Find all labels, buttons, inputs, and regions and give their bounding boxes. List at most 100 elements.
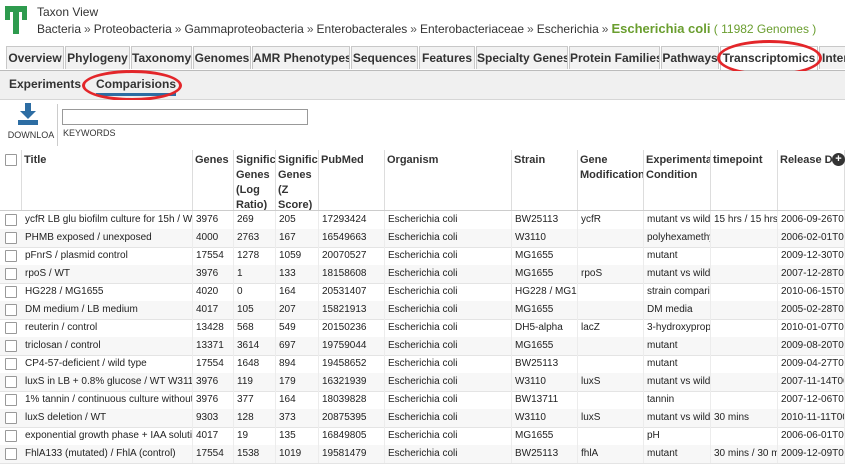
breadcrumb-item[interactable]: Gammaproteobacteria (184, 22, 303, 36)
cell-title: FhlA133 (mutated) / FhlA (control) (22, 445, 193, 463)
tab-specialty-genes[interactable]: Specialty Genes (476, 46, 568, 69)
cell-gene-mod: lacZ (578, 319, 644, 337)
cell-organism: Escherichia coli (385, 319, 512, 337)
cell-timepoint (711, 355, 778, 373)
row-checkbox[interactable] (5, 394, 17, 406)
table-row[interactable]: pFnrS / plasmid control 17554 1278 1059 2007… (0, 247, 845, 266)
row-checkbox[interactable] (5, 448, 17, 460)
row-checkbox[interactable] (5, 340, 17, 352)
select-all-checkbox[interactable] (5, 154, 17, 166)
col-header-gene-mod[interactable]: Gene Modification (578, 150, 644, 210)
row-checkbox[interactable] (5, 304, 17, 316)
cell-release: 2007-12-28T00:00:00Z (778, 265, 845, 283)
taxon-logo-icon (5, 6, 27, 34)
row-checkbox[interactable] (5, 412, 17, 424)
tab-sequences[interactable]: Sequences (351, 46, 418, 69)
cell-sig-log: 128 (234, 409, 276, 427)
row-checkbox[interactable] (5, 214, 17, 226)
cell-sig-log: 3614 (234, 337, 276, 355)
row-checkbox[interactable] (5, 286, 17, 298)
tab-amr-phenotypes[interactable]: AMR Phenotypes (252, 46, 350, 69)
cell-genes: 4017 (193, 427, 234, 445)
cell-title: pFnrS / plasmid control (22, 247, 193, 265)
table-row[interactable]: HG228 / MG1655 4020 0 164 20531407 Escherichi… (0, 283, 845, 302)
cell-sig-log: 2763 (234, 229, 276, 247)
cell-genes: 3976 (193, 391, 234, 409)
table-row[interactable]: exponential growth phase + IAA solution … (0, 427, 845, 446)
col-header-timepoint[interactable]: timepoint (711, 150, 778, 210)
table-row[interactable]: CP4-57-deficient / wild type 17554 1648 894… (0, 355, 845, 374)
select-all-cell (0, 150, 22, 210)
cell-pubmed: 20070527 (319, 247, 385, 265)
row-checkbox[interactable] (5, 430, 17, 442)
col-header-pubmed[interactable]: PubMed (319, 150, 385, 210)
cell-exp-cond: mutant vs wild type (644, 409, 711, 427)
tab-overview[interactable]: Overview (6, 46, 64, 69)
col-header-sig-log[interactable]: Significant Genes (Log Ratio) (234, 150, 276, 210)
col-header-title[interactable]: Title (22, 150, 193, 210)
cell-organism: Escherichia coli (385, 247, 512, 265)
tab-genomes[interactable]: Genomes (193, 46, 251, 69)
table-row[interactable]: FhlA133 (mutated) / FhlA (control) 17554 1… (0, 445, 845, 464)
breadcrumb-item[interactable]: Escherichia (537, 22, 599, 36)
breadcrumb-item[interactable]: Bacteria (37, 22, 81, 36)
table-row[interactable]: triclosan / control 13371 3614 697 19759044 E… (0, 337, 845, 356)
cell-organism: Escherichia coli (385, 391, 512, 409)
tab-interactions[interactable]: Intera (819, 46, 845, 69)
row-checkbox[interactable] (5, 268, 17, 280)
row-checkbox[interactable] (5, 232, 17, 244)
cell-title: CP4-57-deficient / wild type (22, 355, 193, 373)
cell-pubmed: 16321939 (319, 373, 385, 391)
breadcrumb-separator: » (306, 22, 314, 36)
table-row[interactable]: DM medium / LB medium 4017 105 207 15821913 E… (0, 301, 845, 320)
download-icon (18, 103, 38, 125)
breadcrumb-item[interactable]: Proteobacteria (94, 22, 172, 36)
cell-sig-log: 105 (234, 301, 276, 319)
row-checkbox[interactable] (5, 322, 17, 334)
table-row[interactable]: luxS in LB + 0.8% glucose / WT W3110 in … (0, 373, 845, 392)
col-header-strain[interactable]: Strain (512, 150, 578, 210)
cell-title: luxS deletion / WT (22, 409, 193, 427)
subtab-experiments[interactable]: Experiments (9, 77, 81, 91)
cell-exp-cond: 3-hydroxypropionaldehyde (644, 319, 711, 337)
breadcrumb-item[interactable]: Enterobacteriaceae (420, 22, 524, 36)
row-checkbox[interactable] (5, 358, 17, 370)
cell-organism: Escherichia coli (385, 409, 512, 427)
cell-genes: 4020 (193, 283, 234, 301)
keywords-input[interactable] (62, 109, 308, 125)
table-row[interactable]: rpoS / WT 3976 1 133 18158608 Escherichia col… (0, 265, 845, 284)
cell-pubmed: 17293424 (319, 211, 385, 229)
tab-protein-families[interactable]: Protein Families (569, 46, 660, 69)
cell-sig-log: 19 (234, 427, 276, 445)
col-header-exp-cond[interactable]: Experimental Condition (644, 150, 711, 210)
current-taxon: Escherichia coli (611, 21, 711, 36)
breadcrumb-item[interactable]: Enterobacterales (317, 22, 408, 36)
col-header-organism[interactable]: Organism (385, 150, 512, 210)
tab-taxonomy[interactable]: Taxonomy (131, 46, 192, 69)
cell-release: 2010-11-11T00:00:00Z (778, 409, 845, 427)
col-header-sig-z[interactable]: Significant Genes (Z Score) (276, 150, 319, 210)
add-column-icon[interactable]: + (832, 153, 845, 166)
table-row[interactable]: PHMB exposed / unexposed 4000 2763 167 16549… (0, 229, 845, 248)
cell-exp-cond: mutant (644, 445, 711, 463)
cell-timepoint (711, 265, 778, 283)
cell-gene-mod: rpoS (578, 265, 644, 283)
cell-exp-cond: mutant vs wild type (644, 211, 711, 229)
row-checkbox[interactable] (5, 250, 17, 262)
table-row[interactable]: reuterin / control 13428 568 549 20150236 Esc… (0, 319, 845, 338)
tab-phylogeny[interactable]: Phylogeny (65, 46, 130, 69)
breadcrumb-separator: » (601, 22, 609, 36)
table-row[interactable]: 1% tannin / continuous culture without t… (0, 391, 845, 410)
cell-sig-log: 1648 (234, 355, 276, 373)
cell-timepoint (711, 391, 778, 409)
cell-organism: Escherichia coli (385, 283, 512, 301)
col-header-genes[interactable]: Genes (193, 150, 234, 210)
tab-features[interactable]: Features (419, 46, 475, 69)
table-row[interactable]: luxS deletion / WT 9303 128 373 20875395 Esch… (0, 409, 845, 428)
tab-pathways[interactable]: Pathways (661, 46, 719, 69)
table-row[interactable]: ycfR LB glu biofilm culture for 15h / WT… (0, 211, 845, 230)
breadcrumb: Bacteria» Proteobacteria» Gammaproteobacte… (37, 21, 816, 36)
row-checkbox[interactable] (5, 376, 17, 388)
toolbar: DOWNLOA KEYWORDS (0, 100, 845, 151)
cell-sig-z: 164 (276, 391, 319, 409)
